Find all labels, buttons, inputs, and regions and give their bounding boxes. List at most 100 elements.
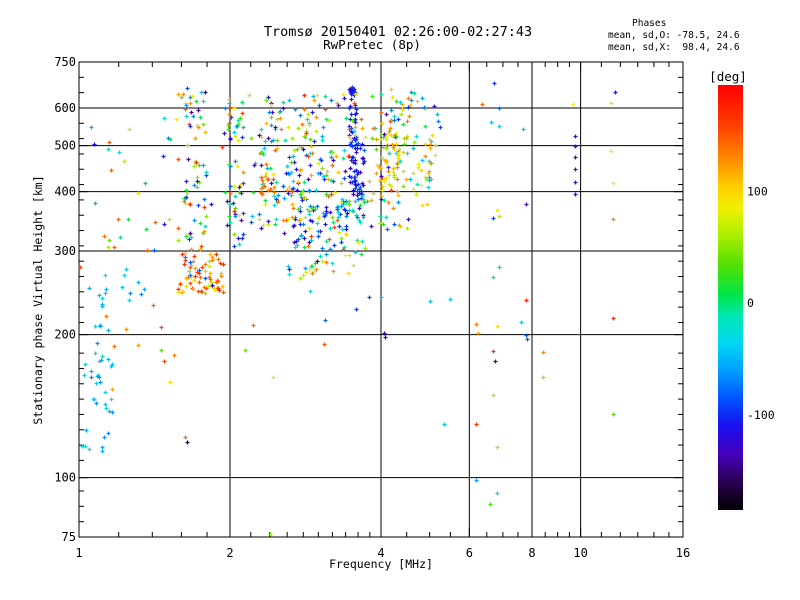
scatter-point (334, 154, 339, 159)
scatter-point (423, 124, 428, 129)
scatter-point (227, 97, 232, 102)
scatter-point (262, 146, 267, 151)
scatter-point (359, 117, 364, 122)
scatter-point (145, 248, 150, 253)
scatter-point (519, 320, 524, 325)
x-tick-label: 2 (226, 546, 233, 560)
scatter-point (344, 232, 349, 237)
scatter-point (305, 117, 310, 122)
scatter-point (349, 112, 354, 117)
scatter-point (152, 248, 157, 253)
scatter-point (201, 163, 206, 168)
scatter-point (339, 240, 344, 245)
scatter-point (346, 271, 351, 276)
scatter-point (408, 177, 413, 182)
scatter-point (433, 143, 438, 148)
scatter-point (233, 134, 238, 139)
scatter-point (302, 245, 307, 250)
y-tick-label: 200 (54, 328, 76, 342)
scatter-point (349, 97, 354, 102)
scatter-point (159, 348, 164, 353)
scatter-point (524, 298, 529, 303)
scatter-point (112, 245, 117, 250)
scatter-point (389, 87, 394, 92)
scatter-point (492, 81, 497, 86)
scatter-point (103, 402, 108, 407)
scatter-point (343, 169, 348, 174)
scatter-point (120, 285, 125, 290)
scatter-point (271, 172, 276, 177)
scatter-point (324, 252, 329, 257)
scatter-point (294, 167, 299, 172)
scatter-point (106, 147, 111, 152)
scatter-point (396, 193, 401, 198)
scatter-point (128, 291, 133, 296)
scatter-point (122, 273, 127, 278)
scatter-point (320, 166, 325, 171)
scatter-point (573, 144, 578, 149)
scatter-point (312, 98, 317, 103)
scatter-point (84, 428, 89, 433)
scatter-point (266, 136, 271, 141)
scatter-point (521, 127, 526, 132)
scatter-point (367, 295, 372, 300)
scatter-point (204, 170, 209, 175)
scatter-point (495, 324, 500, 329)
scatter-point (330, 215, 335, 220)
x-tick-label: 16 (676, 546, 690, 560)
scatter-point (272, 203, 277, 208)
scatter-point (474, 478, 479, 483)
scatter-point (392, 114, 397, 119)
scatter-point (405, 119, 410, 124)
scatter-point (412, 140, 417, 145)
scatter-point (282, 231, 287, 236)
scatter-point (240, 236, 245, 241)
scatter-point (343, 253, 348, 258)
scatter-point (291, 179, 296, 184)
scatter-point (201, 99, 206, 104)
scatter-point (269, 181, 274, 186)
scatter-point (232, 130, 237, 135)
scatter-point (276, 193, 281, 198)
scatter-point (325, 169, 330, 174)
scatter-point (203, 90, 208, 95)
scatter-point (203, 269, 208, 274)
scatter-point (104, 406, 109, 411)
scatter-point (227, 101, 232, 106)
scatter-point (611, 316, 616, 321)
scatter-point (306, 244, 311, 249)
scatter-point (264, 121, 269, 126)
scatter-point (109, 397, 114, 402)
scatter-point (297, 173, 302, 178)
scatter-point (336, 170, 341, 175)
scatter-point (389, 108, 394, 113)
scatter-point (97, 293, 102, 298)
scatter-point (100, 354, 105, 359)
scatter-point (353, 125, 358, 130)
scatter-point (328, 210, 333, 215)
scatter-point (291, 206, 296, 211)
scatter-point (144, 227, 149, 232)
scatter-point (399, 112, 404, 117)
scatter-point (573, 180, 578, 185)
scatter-point (271, 375, 276, 380)
scatter-point (395, 189, 400, 194)
scatter-point (420, 96, 425, 101)
scatter-point (100, 296, 105, 301)
scatter-point (263, 202, 268, 207)
scatter-point (391, 166, 396, 171)
scatter-point (329, 98, 334, 103)
scatter-point (320, 134, 325, 139)
scatter-point (203, 224, 208, 229)
scatter-point (286, 125, 291, 130)
scatter-point (207, 264, 212, 269)
scatter-point (360, 239, 365, 244)
scatter-point (367, 179, 372, 184)
scatter-point (124, 327, 129, 332)
scatter-point (107, 238, 112, 243)
scatter-point (281, 106, 286, 111)
phases-mean-sd-o: mean, sd,O: -78.5, 24.6 (608, 30, 740, 41)
scatter-point (613, 90, 618, 95)
scatter-point (386, 200, 391, 205)
scatter-point (136, 343, 141, 348)
